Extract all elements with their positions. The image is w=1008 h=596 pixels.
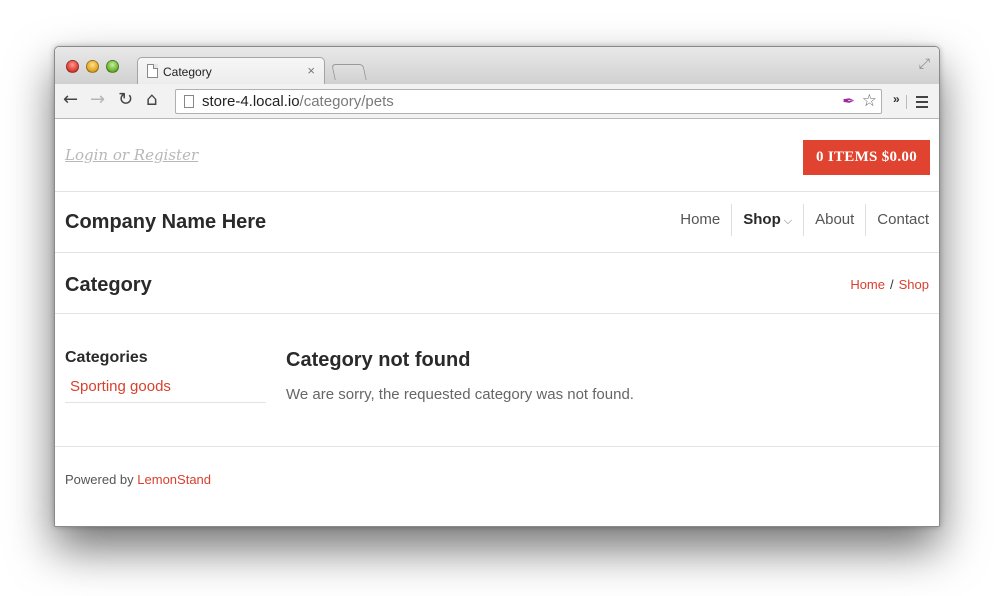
lemonstand-link[interactable]: LemonStand: [137, 472, 211, 487]
tab-close-icon[interactable]: ×: [307, 63, 315, 78]
nav-item-about[interactable]: About: [803, 204, 865, 236]
url-path: /category/pets: [299, 93, 394, 110]
forward-arrow-icon[interactable]: →: [90, 90, 105, 110]
divider: [55, 313, 939, 314]
login-register-link[interactable]: Login or Register: [65, 146, 198, 164]
footer-prefix: Powered by: [65, 472, 134, 487]
categories-heading: Categories: [65, 349, 148, 366]
extension-icon[interactable]: ✒: [842, 92, 855, 110]
home-icon[interactable]: ⌂: [146, 90, 157, 110]
back-arrow-icon[interactable]: ←: [63, 90, 78, 110]
address-bar[interactable]: store-4.local.io/category/pets ✒ ☆: [175, 89, 882, 114]
nav-item-contact[interactable]: Contact: [865, 204, 929, 236]
close-window-button[interactable]: [66, 60, 79, 73]
tab-title: Category: [163, 65, 212, 79]
minimize-window-button[interactable]: [86, 60, 99, 73]
browser-toolbar: ← → ↻ ⌂ store-4.local.io/category/pets ✒…: [55, 84, 939, 119]
browser-window: Category × ⤢ ← → ↻ ⌂ store-4.local.io/ca…: [54, 46, 940, 527]
main-nav: Home Shop ⌵ About Contact: [680, 204, 929, 236]
url-host: store-4.local.io: [202, 93, 300, 110]
cart-button[interactable]: 0 ITEMS $0.00: [803, 140, 930, 175]
page-icon: [184, 95, 194, 108]
reload-icon[interactable]: ↻: [118, 90, 133, 110]
not-found-message: We are sorry, the requested category was…: [286, 386, 634, 403]
breadcrumb: Home / Shop: [850, 277, 929, 292]
nav-item-home[interactable]: Home: [680, 204, 731, 236]
footer: Powered by LemonStand: [65, 472, 211, 487]
page-title: Category: [65, 274, 152, 296]
divider: [55, 252, 939, 253]
zoom-window-button[interactable]: [106, 60, 119, 73]
divider: [55, 191, 939, 192]
nav-item-shop-label: Shop: [743, 211, 781, 228]
url-text[interactable]: store-4.local.io/category/pets: [202, 93, 394, 110]
tab-category[interactable]: Category ×: [137, 57, 325, 85]
page-icon: [147, 64, 158, 78]
web-page: Login or Register 0 ITEMS $0.00 Company …: [55, 120, 939, 526]
toolbar-divider: [906, 95, 907, 109]
star-icon[interactable]: ☆: [862, 91, 877, 111]
divider: [55, 446, 939, 447]
extensions-overflow-icon[interactable]: »: [893, 92, 900, 106]
breadcrumb-separator: /: [890, 277, 894, 292]
breadcrumb-shop[interactable]: Shop: [899, 277, 929, 292]
company-name[interactable]: Company Name Here: [65, 211, 266, 234]
nav-item-shop[interactable]: Shop ⌵: [731, 204, 803, 236]
new-tab-button[interactable]: [331, 64, 367, 80]
chevron-down-icon: ⌵: [783, 215, 793, 227]
not-found-heading: Category not found: [286, 349, 471, 371]
breadcrumb-home[interactable]: Home: [850, 277, 885, 292]
fullscreen-icon[interactable]: ⤢: [919, 55, 930, 72]
tab-bar: Category × ⤢: [55, 47, 939, 85]
category-item-sporting-goods[interactable]: Sporting goods: [65, 378, 266, 403]
menu-icon[interactable]: [916, 96, 928, 111]
